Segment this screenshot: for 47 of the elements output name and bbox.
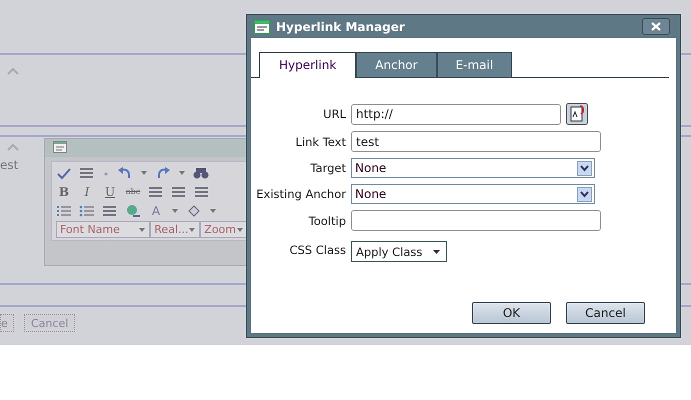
tab[interactable]: E-mail	[436, 52, 512, 77]
field-label: Target	[309, 161, 347, 175]
font-color-button[interactable]: A	[148, 204, 164, 218]
input-field[interactable]	[351, 210, 601, 231]
align-center-icon[interactable]	[171, 184, 187, 198]
field-label: CSS Class	[288, 242, 347, 256]
dialog-button[interactable]: Cancel	[24, 314, 76, 332]
dialog-button[interactable]: Cancel	[566, 302, 645, 324]
editor-dropdown[interactable]: Real...	[150, 221, 200, 238]
redo-icon[interactable]	[155, 166, 171, 180]
tab[interactable]: Anchor	[356, 52, 437, 77]
bullet-list-icon[interactable]	[79, 204, 95, 218]
input-field[interactable]: http://	[351, 104, 561, 124]
align-icon[interactable]	[102, 204, 118, 218]
chevron-down-icon[interactable]	[577, 160, 592, 176]
field-label: Existing Anchor	[255, 187, 347, 201]
numbered-list-icon[interactable]	[56, 204, 72, 218]
field-label: Tooltip	[308, 214, 347, 228]
spellcheck-icon[interactable]	[56, 166, 72, 180]
align-icon[interactable]	[79, 166, 95, 180]
dropdown[interactable]: None	[351, 184, 595, 204]
bold-button[interactable]: B	[56, 184, 72, 198]
field-label: Link Text	[294, 134, 347, 148]
caret-icon[interactable]	[433, 250, 440, 254]
tab[interactable]: Hyperlink	[259, 52, 356, 78]
document-browse-icon[interactable]	[566, 103, 588, 125]
field-label: URL	[322, 107, 347, 121]
window-title: Hyperlink Manager	[276, 20, 406, 34]
input-field[interactable]: test	[351, 131, 601, 152]
chevron-down-icon[interactable]	[577, 186, 592, 202]
align-right-icon[interactable]	[194, 184, 210, 198]
editor-dropdown[interactable]: Font Name	[56, 221, 150, 238]
underline-button[interactable]: U	[102, 184, 118, 198]
editor-text: est	[0, 158, 18, 172]
undo-icon[interactable]	[117, 166, 133, 180]
dialog-button[interactable]: OK	[472, 302, 551, 324]
strikethrough-button[interactable]: abc	[125, 187, 141, 196]
class-dropdown[interactable]: Apply Class	[351, 241, 447, 262]
editor-dropdown[interactable]: Zoom	[200, 221, 248, 238]
close-button[interactable]	[642, 18, 670, 35]
close-icon	[651, 22, 661, 31]
align-left-icon[interactable]	[148, 184, 164, 198]
dropdown[interactable]: None	[351, 158, 595, 178]
dialog-button[interactable]: e	[0, 314, 14, 332]
binoculars-icon[interactable]	[193, 166, 209, 180]
italic-button[interactable]: I	[79, 184, 95, 198]
window-icon[interactable]	[254, 20, 270, 34]
